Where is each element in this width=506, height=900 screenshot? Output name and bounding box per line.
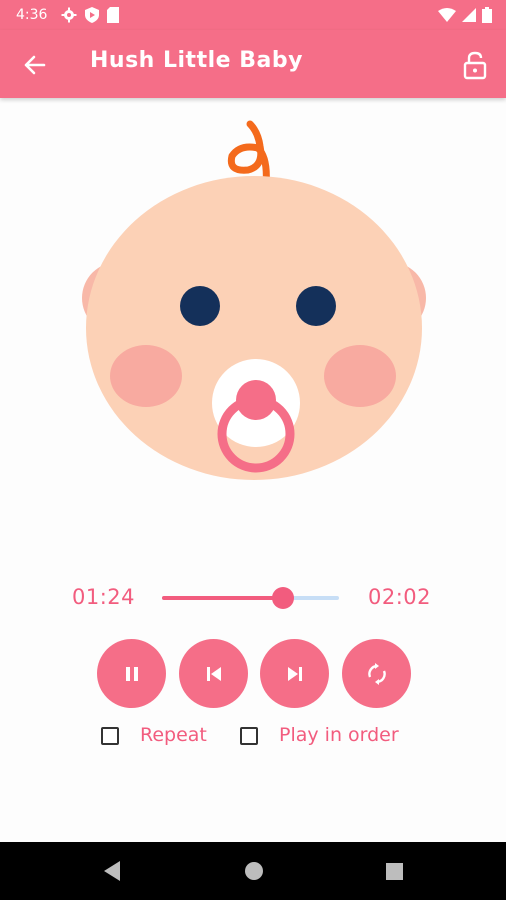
status-time: 4:36 xyxy=(16,7,48,23)
left-cheek xyxy=(110,345,182,407)
skip-previous-icon xyxy=(206,666,221,681)
wifi-icon xyxy=(438,8,456,22)
arrow-left-icon[interactable] xyxy=(20,50,50,80)
play-in-order-checkbox[interactable] xyxy=(240,727,258,745)
shuffle-button[interactable] xyxy=(342,639,411,708)
left-eye xyxy=(180,286,220,326)
battery-icon xyxy=(482,7,492,23)
right-cheek xyxy=(324,345,396,407)
shield-play-icon xyxy=(85,7,100,23)
system-nav-bar xyxy=(0,842,506,900)
sync-icon xyxy=(367,662,386,685)
play-in-order-label[interactable]: Play in order xyxy=(279,724,399,746)
skip-next-icon xyxy=(287,666,302,681)
page-title: Hush Little Baby xyxy=(90,48,303,73)
repeat-label[interactable]: Repeat xyxy=(140,724,207,746)
home-circle-icon[interactable] xyxy=(243,860,265,882)
unlock-icon[interactable] xyxy=(462,50,488,80)
recents-square-icon[interactable] xyxy=(384,860,404,882)
player-progress: 01:24 02:02 xyxy=(0,575,506,621)
gear-icon xyxy=(61,7,77,23)
current-time: 01:24 xyxy=(72,585,136,609)
pause-icon xyxy=(125,666,138,681)
previous-button[interactable] xyxy=(179,639,248,708)
next-button[interactable] xyxy=(260,639,329,708)
right-eye xyxy=(296,286,336,326)
back-triangle-icon[interactable] xyxy=(102,860,122,882)
total-duration: 02:02 xyxy=(368,585,432,609)
baby-face-illustration xyxy=(82,120,426,480)
repeat-checkbox[interactable] xyxy=(101,727,119,745)
seek-bar[interactable] xyxy=(162,587,339,609)
signal-icon xyxy=(462,8,476,22)
seek-bar-thumb[interactable] xyxy=(272,587,295,609)
playback-controls xyxy=(97,639,417,709)
status-bar: 4:36 xyxy=(0,0,506,30)
playback-options: Repeat Play in order xyxy=(0,722,506,754)
sd-card-icon xyxy=(107,7,120,23)
seek-bar-fill xyxy=(162,596,284,600)
pause-button[interactable] xyxy=(97,639,166,708)
hair-curl xyxy=(227,120,270,188)
app-bar: Hush Little Baby xyxy=(0,30,506,98)
